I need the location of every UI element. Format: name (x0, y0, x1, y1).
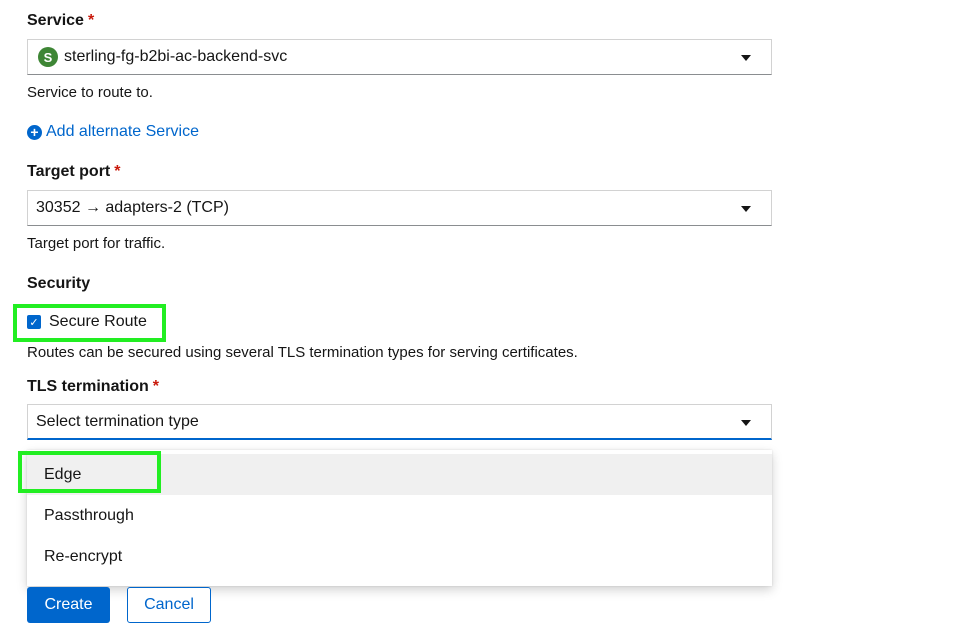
service-help-text: Service to route to. (27, 84, 153, 101)
target-port-select-value: 30352 → adapters-2 (TCP) (36, 199, 229, 216)
target-port-label: Target port * (27, 163, 121, 180)
create-button[interactable]: Create (27, 587, 110, 623)
required-marker: * (152, 378, 160, 395)
required-marker: * (114, 163, 121, 180)
security-help-text: Routes can be secured using several TLS … (27, 344, 578, 361)
security-heading: Security (27, 275, 91, 292)
tls-termination-label: TLS termination * (27, 378, 160, 395)
add-alternate-service-link[interactable]: + Add alternate Service (27, 123, 199, 141)
add-alternate-service-label: Add alternate Service (46, 123, 199, 140)
tls-termination-placeholder: Select termination type (36, 412, 199, 430)
caret-down-icon (741, 419, 751, 426)
target-port-select[interactable]: 30352 → adapters-2 (TCP) (27, 190, 772, 226)
tls-option-edge[interactable]: Edge (27, 454, 772, 495)
cancel-button[interactable]: Cancel (127, 587, 211, 623)
required-marker: * (87, 12, 95, 29)
tls-option-re-encrypt[interactable]: Re-encrypt (27, 536, 772, 577)
plus-circle-icon: + (27, 124, 42, 140)
caret-down-icon (741, 206, 751, 212)
tls-termination-select[interactable]: Select termination type (27, 404, 772, 440)
service-badge-icon: S (38, 47, 58, 67)
secure-route-checkbox[interactable]: ✓ (27, 315, 41, 329)
secure-route-label: Secure Route (49, 313, 147, 330)
tls-termination-menu: Edge Passthrough Re-encrypt (27, 450, 772, 586)
service-label: Service * (27, 12, 95, 29)
target-port-help-text: Target port for traffic. (27, 235, 166, 252)
caret-down-icon (741, 55, 751, 61)
secure-route-checkbox-row[interactable]: ✓ Secure Route (27, 313, 147, 331)
service-select-value: sterling-fg-b2bi-ac-backend-svc (64, 48, 288, 65)
tls-option-passthrough[interactable]: Passthrough (27, 495, 772, 536)
create-route-form: Service * S sterling-fg-b2bi-ac-backend-s… (0, 0, 975, 631)
service-select[interactable]: S sterling-fg-b2bi-ac-backend-svc (27, 39, 772, 75)
